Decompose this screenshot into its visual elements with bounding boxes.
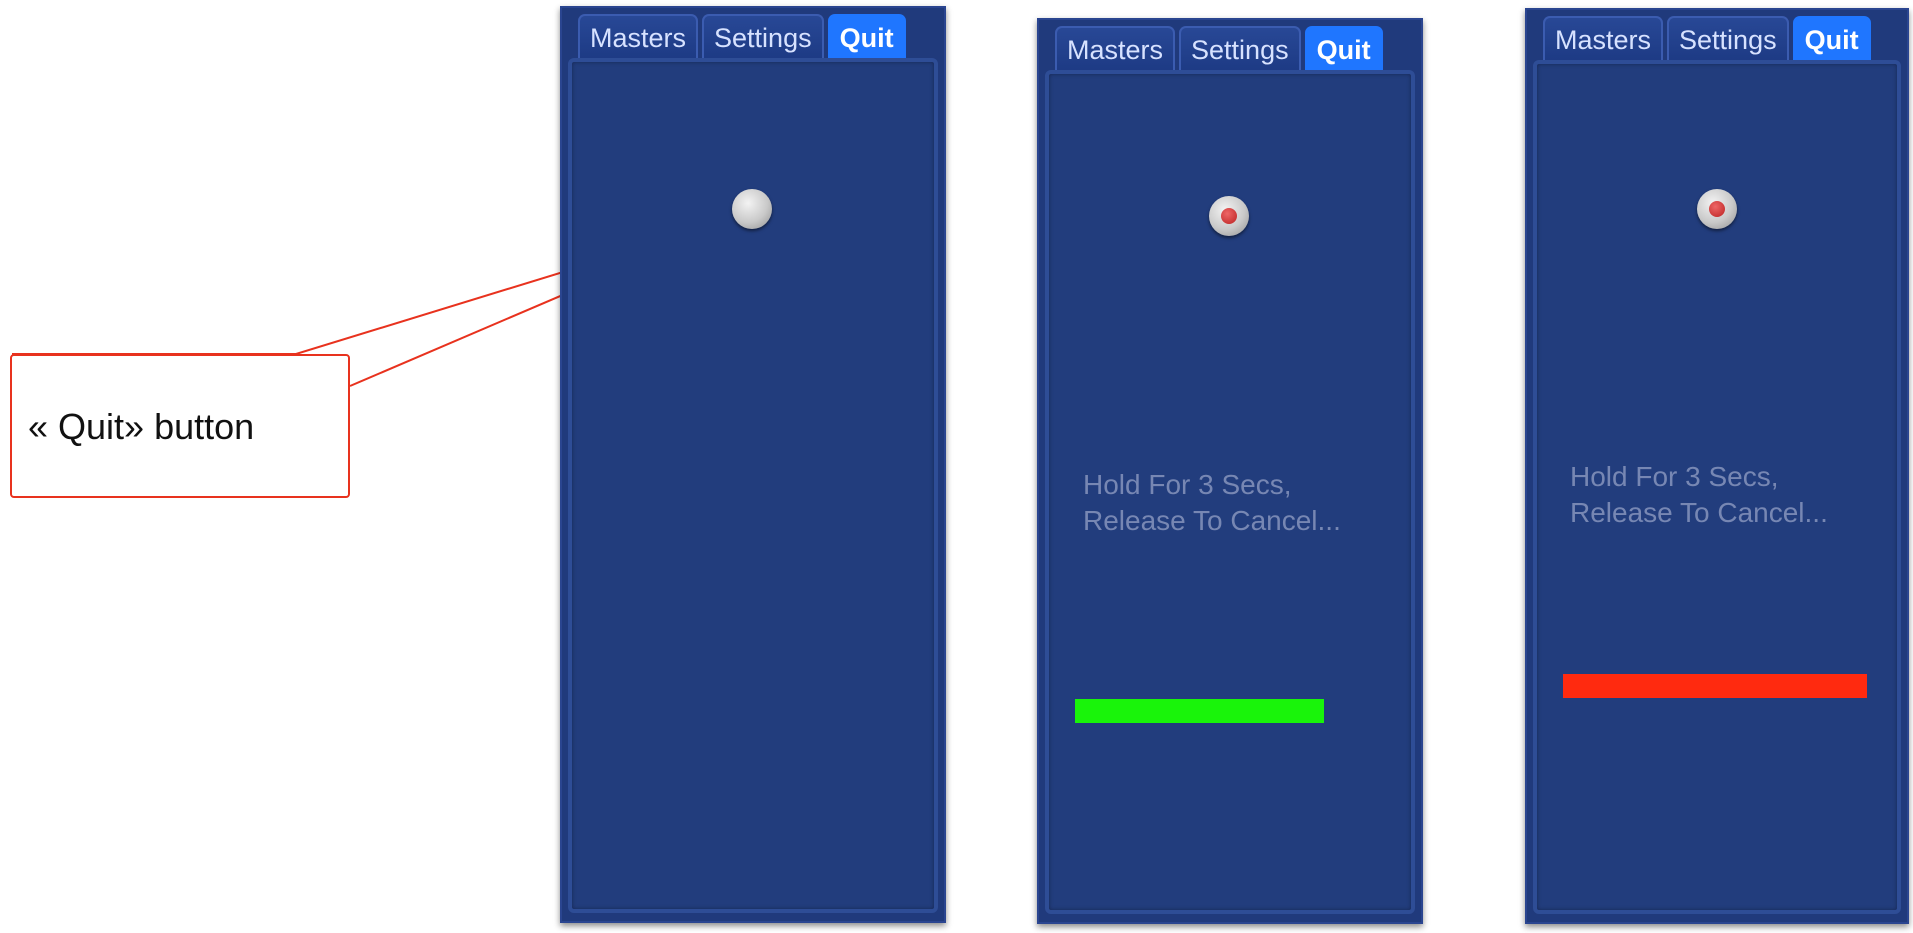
callout-box: « Quit» button: [10, 354, 350, 498]
tab-bar: Masters Settings Quit: [578, 14, 906, 60]
tab-content: Hold For 3 Secs, Release To Cancel...: [1045, 70, 1415, 914]
quit-button[interactable]: [1697, 189, 1737, 229]
hold-text-line1: Hold For 3 Secs,: [1083, 469, 1292, 500]
pressed-indicator-dot: [1709, 201, 1725, 217]
tab-masters[interactable]: Masters: [578, 14, 699, 60]
quit-panel-idle: Masters Settings Quit: [560, 6, 946, 923]
tab-settings[interactable]: Settings: [1667, 16, 1789, 62]
hold-instruction-text: Hold For 3 Secs, Release To Cancel...: [1083, 467, 1341, 539]
hold-text-line2: Release To Cancel...: [1570, 497, 1828, 528]
quit-button[interactable]: [732, 189, 772, 229]
quit-panel-holding: Masters Settings Quit Hold For 3 Secs, R…: [1037, 18, 1423, 924]
hold-progress-bar: [1563, 674, 1867, 698]
tab-quit[interactable]: Quit: [1304, 26, 1383, 72]
tab-quit[interactable]: Quit: [827, 14, 906, 60]
tab-content: Hold For 3 Secs, Release To Cancel...: [1533, 60, 1901, 914]
hold-instruction-text: Hold For 3 Secs, Release To Cancel...: [1570, 459, 1828, 531]
callout-label: « Quit» button: [28, 406, 255, 447]
tab-settings[interactable]: Settings: [1179, 26, 1301, 72]
hold-progress-bar: [1075, 699, 1324, 723]
tab-masters[interactable]: Masters: [1055, 26, 1176, 72]
tab-bar: Masters Settings Quit: [1055, 26, 1383, 72]
quit-button[interactable]: [1209, 196, 1249, 236]
tab-content: [568, 58, 938, 913]
tab-settings[interactable]: Settings: [702, 14, 824, 60]
quit-panel-complete: Masters Settings Quit Hold For 3 Secs, R…: [1525, 8, 1909, 924]
tab-bar: Masters Settings Quit: [1543, 16, 1871, 62]
tab-quit[interactable]: Quit: [1792, 16, 1871, 62]
hold-text-line1: Hold For 3 Secs,: [1570, 461, 1779, 492]
tab-masters[interactable]: Masters: [1543, 16, 1664, 62]
hold-text-line2: Release To Cancel...: [1083, 505, 1341, 536]
pressed-indicator-dot: [1221, 208, 1237, 224]
